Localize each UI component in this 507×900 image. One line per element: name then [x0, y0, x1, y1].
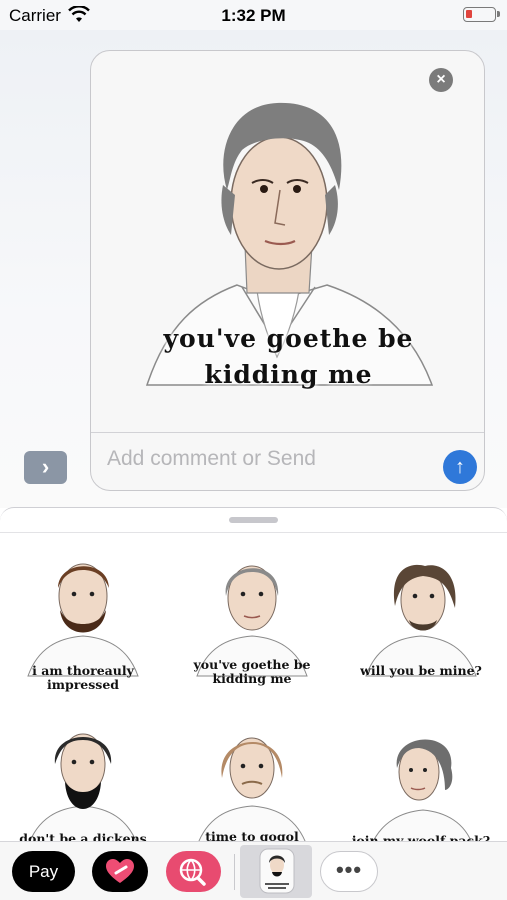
close-button[interactable]: × [429, 68, 453, 92]
thoreau-portrait-icon [27, 563, 139, 677]
literary-stickers-app-button[interactable] [240, 845, 312, 898]
battery-icon [463, 7, 496, 22]
close-icon: × [436, 71, 446, 88]
sticker-label: you've goethe be kidding me [172, 658, 332, 686]
sticker-label: will you be mine? [341, 664, 501, 678]
drawer-grabber[interactable] [229, 517, 278, 523]
sticker-label-line: you've goethe be [193, 657, 311, 672]
battery-tip [497, 11, 500, 17]
compose-panel: × you've goethe be kidding me ↑ [90, 50, 485, 491]
sticker-thoreau[interactable]: i am thoreauly impressed [3, 548, 163, 698]
clock: 1:32 PM [221, 6, 286, 25]
status-bar: Carrier 1:32 PM [0, 0, 507, 30]
sticker-label-line: i am thoreauly [32, 663, 134, 678]
sticker-caption-line: kidding me [204, 360, 373, 389]
sticker-goethe[interactable]: you've goethe be kidding me [172, 548, 332, 698]
shakespeare-portrait-icon [365, 564, 477, 677]
arrow-up-icon: ↑ [455, 456, 465, 478]
sticker-drawer: i am thoreauly impressed you've goethe b… [0, 507, 507, 848]
heart-icon [106, 859, 134, 883]
sticker-label-line: will you be mine? [360, 663, 482, 678]
drawer-divider [0, 532, 507, 533]
sticker-label-line: kidding me [212, 671, 292, 686]
more-icon: ••• [335, 857, 363, 882]
sticker-caption-line: you've goethe be [163, 324, 414, 353]
sticker-caption: you've goethe be kidding me [91, 321, 484, 393]
comment-divider [91, 432, 484, 433]
web-images-app-button[interactable] [166, 851, 221, 892]
chevron-right-icon: › [41, 454, 50, 479]
apple-pay-label: Pay [28, 862, 59, 881]
globe-search-icon [179, 858, 206, 886]
expand-button[interactable]: › [24, 451, 67, 484]
comment-input[interactable] [107, 443, 427, 475]
sticker-label: i am thoreauly impressed [3, 664, 163, 692]
app-strip-separator [234, 854, 235, 890]
sticker-label-line: impressed [46, 677, 120, 692]
woolf-portrait-icon [370, 739, 474, 847]
dickens-portrait-icon [27, 733, 139, 847]
sticker-shakespeare[interactable]: will you be mine? [341, 548, 501, 698]
literary-stickers-icon [259, 848, 295, 894]
more-apps-button[interactable]: ••• [320, 851, 378, 892]
app-strip: Pay ••• [0, 841, 507, 900]
send-button[interactable]: ↑ [443, 450, 477, 484]
apple-pay-app-button[interactable]: Pay [12, 851, 75, 892]
digital-touch-app-button[interactable] [92, 851, 148, 892]
battery-level [466, 10, 472, 18]
